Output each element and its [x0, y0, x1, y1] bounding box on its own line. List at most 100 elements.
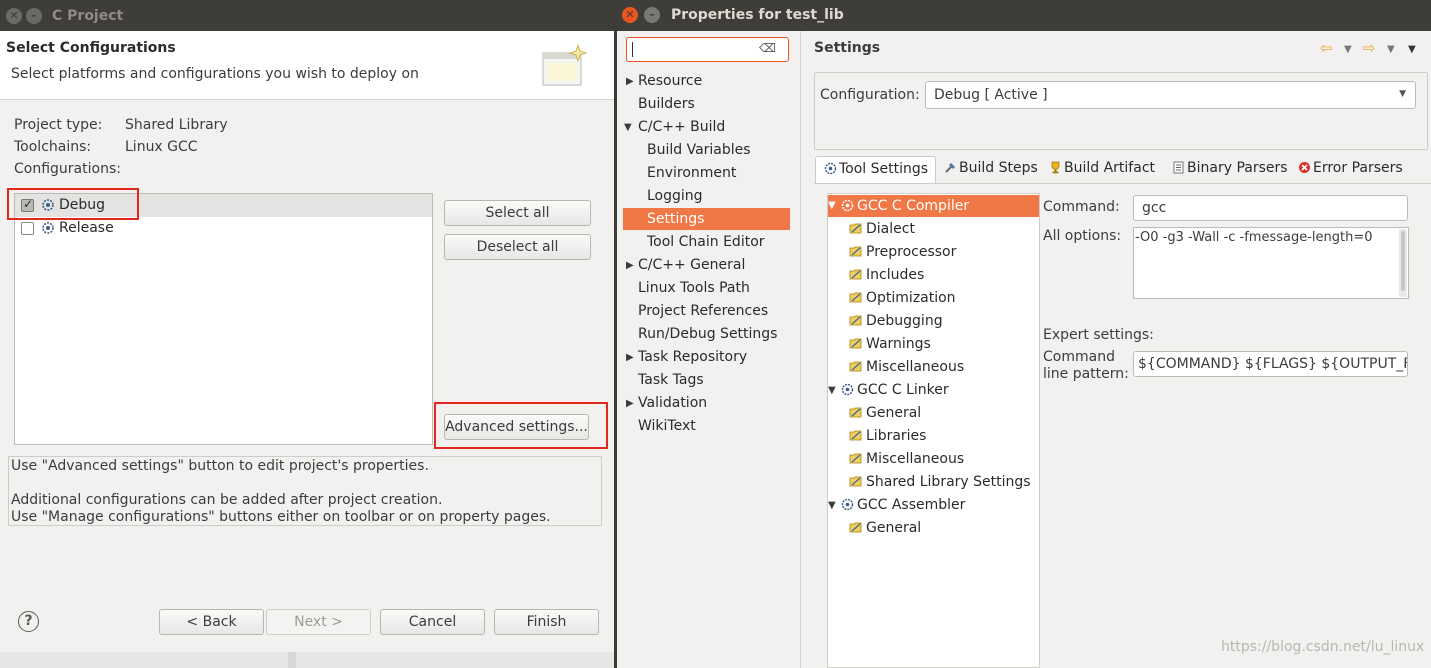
configurations-list[interactable]: Debug Release — [14, 193, 433, 445]
expand-arrow-icon[interactable]: ▶ — [626, 76, 634, 87]
tree-optimization[interactable]: Optimization — [849, 287, 956, 309]
right-titlebar[interactable]: ✕ – Properties for test_lib — [617, 0, 1431, 31]
command-line-pattern-input[interactable]: ${COMMAND} ${FLAGS} ${OUTPUT_FLAG} — [1133, 351, 1408, 377]
tree-general[interactable]: General — [849, 402, 921, 424]
minimize-icon[interactable]: – — [26, 8, 42, 24]
collapse-arrow-icon[interactable]: ▼ — [828, 500, 836, 511]
forward-arrow-icon[interactable]: ⇨ — [1363, 39, 1376, 57]
view-menu-icon[interactable]: ▼ — [1408, 44, 1416, 55]
nav-settings[interactable]: Settings — [623, 208, 790, 230]
close-icon[interactable]: ✕ — [6, 8, 22, 24]
tree-libraries[interactable]: Libraries — [849, 425, 926, 447]
nav-task-repository[interactable]: Task Repository — [638, 346, 747, 368]
tab-error-parsers[interactable]: Error Parsers — [1298, 156, 1403, 183]
nav-project-references[interactable]: Project References — [638, 300, 768, 322]
option-folder-icon — [849, 292, 862, 303]
nav-resource[interactable]: Resource — [638, 70, 702, 92]
page-title: Settings — [814, 40, 881, 56]
filter-input[interactable]: ⌫ — [626, 37, 789, 62]
sash[interactable] — [800, 31, 801, 668]
hint-text: Use "Advanced settings" button to edit p… — [11, 458, 429, 474]
tree-label: Libraries — [866, 428, 927, 444]
back-arrow-icon[interactable]: ⇦ — [1320, 39, 1333, 57]
tab-build-steps[interactable]: Build Steps — [944, 156, 1038, 183]
close-icon[interactable]: ✕ — [622, 7, 638, 23]
minimize-icon[interactable]: – — [644, 7, 660, 23]
tree-label: Optimization — [866, 290, 956, 306]
expand-arrow-icon[interactable]: ▶ — [626, 398, 634, 409]
next-button[interactable]: Next > — [266, 609, 371, 635]
tab-label: Build Artifact — [1064, 160, 1155, 176]
option-folder-icon — [849, 269, 862, 280]
nav-task-tags[interactable]: Task Tags — [638, 369, 704, 391]
nav-linux-tools-path[interactable]: Linux Tools Path — [638, 277, 750, 299]
tab-label: Binary Parsers — [1187, 160, 1288, 176]
command-input[interactable]: gcc — [1133, 195, 1408, 221]
tab-binary-parsers[interactable]: Binary Parsers — [1172, 156, 1288, 183]
tree-debugging[interactable]: Debugging — [849, 310, 943, 332]
configuration-label: Configuration: — [820, 87, 920, 103]
deselect-all-button[interactable]: Deselect all — [444, 234, 591, 260]
release-checkbox[interactable] — [21, 222, 34, 235]
tree-miscellaneous[interactable]: Miscellaneous — [849, 448, 964, 470]
all-options-value: -O0 -g3 -Wall -c -fmessage-length=0 — [1135, 230, 1373, 245]
option-folder-icon — [849, 453, 862, 464]
tree-gcc-c-compiler[interactable]: GCC C Compiler — [828, 195, 1039, 217]
tree-shared-library-settings[interactable]: Shared Library Settings — [849, 471, 1031, 493]
tree-label: GCC C Compiler — [857, 198, 970, 214]
all-options-label: All options: — [1043, 228, 1122, 244]
tree-label: Miscellaneous — [866, 451, 965, 467]
nav-run-debug-settings[interactable]: Run/Debug Settings — [638, 323, 777, 345]
tree-gcc-assembler[interactable]: GCC Assembler — [841, 494, 965, 516]
option-folder-icon — [849, 361, 862, 372]
expand-arrow-icon[interactable]: ▶ — [626, 260, 634, 271]
nav-cpp-general[interactable]: C/C++ General — [638, 254, 745, 276]
nav-environment[interactable]: Environment — [647, 162, 736, 184]
expert-settings-label: Expert settings: — [1043, 327, 1154, 343]
window-title: C Project — [52, 8, 124, 24]
select-all-button[interactable]: Select all — [444, 200, 591, 226]
left-titlebar[interactable]: ✕ – C Project — [0, 0, 614, 31]
back-button[interactable]: < Back — [159, 609, 264, 635]
tree-dialect[interactable]: Dialect — [849, 218, 915, 240]
tree-general[interactable]: General — [849, 517, 921, 539]
hint-panel: Use "Advanced settings" button to edit p… — [8, 456, 602, 526]
scrollbar[interactable] — [1399, 229, 1407, 297]
window-title: Properties for test_lib — [671, 7, 844, 23]
nav-tool-chain-editor[interactable]: Tool Chain Editor — [647, 231, 765, 253]
config-item-release[interactable]: Release — [15, 217, 432, 240]
help-icon[interactable]: ? — [18, 611, 39, 632]
text-caret — [632, 42, 633, 57]
cancel-button[interactable]: Cancel — [380, 609, 485, 635]
nav-validation[interactable]: Validation — [638, 392, 707, 414]
nav-builders[interactable]: Builders — [638, 93, 695, 115]
scrollbar-thumb[interactable] — [1401, 231, 1405, 291]
chevron-down-icon[interactable]: ▼ — [1344, 44, 1352, 55]
tree-preprocessor[interactable]: Preprocessor — [849, 241, 956, 263]
tree-label: Includes — [866, 267, 925, 283]
project-type-value: Shared Library — [125, 117, 228, 133]
tree-includes[interactable]: Includes — [849, 264, 924, 286]
chevron-down-icon[interactable]: ▼ — [1387, 44, 1395, 55]
expand-arrow-icon[interactable]: ▶ — [626, 352, 634, 363]
tab-tool-settings[interactable]: Tool Settings — [815, 156, 936, 183]
nav-wikitext[interactable]: WikiText — [638, 415, 696, 437]
collapse-arrow-icon[interactable]: ▼ — [828, 385, 836, 396]
tree-miscellaneous[interactable]: Miscellaneous — [849, 356, 964, 378]
toolchains-label: Toolchains: — [14, 139, 92, 155]
finish-button[interactable]: Finish — [494, 609, 599, 635]
tree-warnings[interactable]: Warnings — [849, 333, 931, 355]
all-options-textarea[interactable]: -O0 -g3 -Wall -c -fmessage-length=0 — [1133, 227, 1409, 299]
collapse-arrow-icon[interactable]: ▼ — [624, 122, 632, 133]
clear-search-icon[interactable]: ⌫ — [759, 41, 776, 55]
collapse-arrow-icon[interactable]: ▼ — [828, 200, 836, 211]
nav-cpp-build[interactable]: C/C++ Build — [638, 116, 725, 138]
configuration-select[interactable]: Debug [ Active ] ▼ — [925, 81, 1416, 109]
nav-logging[interactable]: Logging — [647, 185, 703, 207]
tool-gear-icon — [841, 498, 854, 511]
tree-label: Warnings — [866, 336, 931, 352]
tree-gcc-c-linker[interactable]: GCC C Linker — [841, 379, 949, 401]
tab-build-artifact[interactable]: Build Artifact — [1049, 156, 1155, 183]
page-description: Select platforms and configurations you … — [11, 66, 419, 82]
nav-build-variables[interactable]: Build Variables — [647, 139, 751, 161]
